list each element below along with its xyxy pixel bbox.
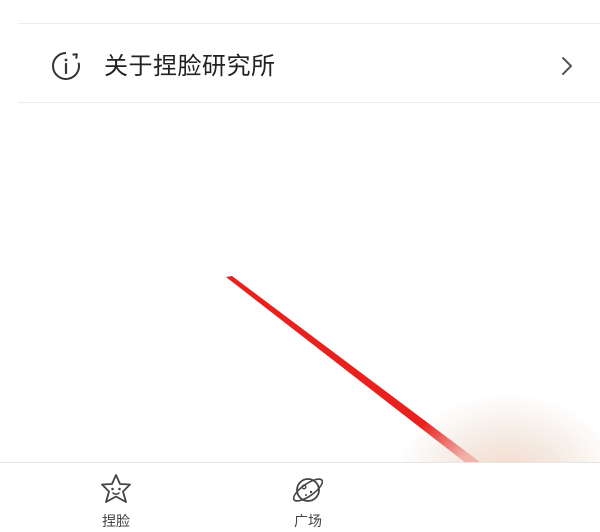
info-icon xyxy=(52,52,80,80)
planet-icon xyxy=(292,478,324,502)
star-face-icon xyxy=(101,474,131,503)
about-settings-row[interactable]: 关于捏脸研究所 xyxy=(18,30,600,102)
tab-pinch-face[interactable]: 捏脸 xyxy=(86,471,146,532)
tab-label: 捏脸 xyxy=(102,514,130,530)
tab-plaza[interactable]: 广场 xyxy=(278,471,338,532)
about-settings-label: 关于捏脸研究所 xyxy=(104,52,276,80)
tab-label: 广场 xyxy=(294,514,322,530)
top-divider xyxy=(18,23,600,24)
chevron-right-icon xyxy=(562,57,572,75)
row-divider xyxy=(18,102,600,103)
screen: 关于捏脸研究所 捏脸 广场 xyxy=(0,0,600,532)
bottom-tab-bar: 捏脸 广场 xyxy=(0,462,600,532)
